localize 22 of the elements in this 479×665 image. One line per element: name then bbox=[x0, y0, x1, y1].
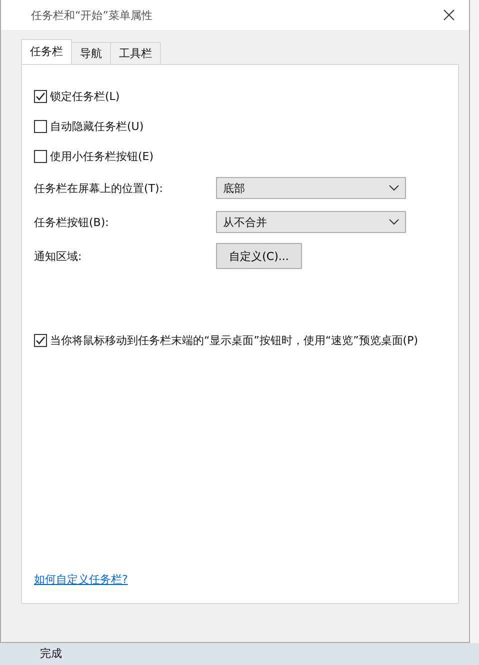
checkbox[interactable] bbox=[34, 120, 47, 132]
checkbox[interactable] bbox=[34, 150, 47, 162]
customize-button[interactable]: 自定义(C)... bbox=[216, 243, 302, 269]
checkbox-label: 当你将鼠标移动到任务栏末端的“显示桌面”按钮时，使用“速览”预览桌面(P) bbox=[50, 332, 418, 348]
checkbox-label: 自动隐藏任务栏(U) bbox=[50, 118, 144, 134]
field-label: 任务栏按钮(B): bbox=[34, 214, 110, 230]
help-link[interactable]: 如何自定义任务栏? bbox=[34, 572, 128, 587]
dropdown[interactable]: 底部 bbox=[216, 177, 406, 199]
checkbox[interactable] bbox=[34, 90, 47, 102]
chevron-down-icon bbox=[389, 185, 399, 191]
checkbox[interactable] bbox=[34, 334, 47, 346]
tab[interactable]: 任务栏 bbox=[21, 39, 72, 64]
tab[interactable]: 工具栏 bbox=[110, 42, 161, 64]
checkbox-label: 锁定任务栏(L) bbox=[50, 88, 120, 104]
status-text: 完成 bbox=[40, 648, 62, 660]
checkbox-label: 使用小任务栏按钮(E) bbox=[50, 148, 154, 164]
chevron-down-icon bbox=[389, 219, 399, 225]
close-icon[interactable] bbox=[443, 9, 455, 21]
field-label: 任务栏在屏幕上的位置(T): bbox=[34, 180, 164, 196]
dropdown[interactable]: 从不合并 bbox=[216, 211, 406, 233]
field-label: 通知区域: bbox=[34, 248, 83, 264]
window-title: 任务栏和“开始”菜单属性 bbox=[31, 8, 152, 22]
